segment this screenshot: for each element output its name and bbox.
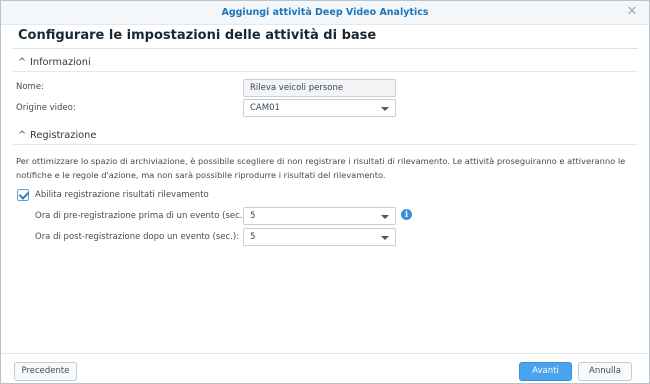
post-recording-label: Ora di post-registrazione dopo un evento…: [35, 232, 240, 242]
enable-recording-label: Abilita registrazione risultati rilevame…: [35, 190, 209, 200]
page-title: Configurare le impostazioni delle attivi…: [18, 28, 377, 43]
section-registrazione-label: Registrazione: [30, 130, 97, 141]
pre-recording-label: Ora di pre-registrazione prima di un eve…: [35, 211, 249, 221]
name-field[interactable]: Rileva veicoli persone: [243, 79, 396, 97]
chevron-up-icon: ^: [18, 130, 27, 141]
close-icon[interactable]: ✕: [625, 5, 639, 19]
title-bar: Aggiungi attività Deep Video Analytics ✕: [1, 1, 649, 25]
post-recording-value: 5: [250, 232, 256, 242]
info-icon[interactable]: i: [401, 209, 412, 220]
video-source-value: CAM01: [250, 103, 280, 113]
post-recording-select[interactable]: 5: [243, 228, 396, 246]
enable-recording-checkbox[interactable]: [17, 189, 29, 201]
recording-description: Per ottimizzare lo spazio di archiviazio…: [16, 156, 626, 180]
chevron-down-icon: [381, 236, 389, 240]
chevron-up-icon: ^: [18, 57, 27, 68]
pre-recording-value: 5: [250, 211, 256, 221]
back-button[interactable]: Precedente: [14, 362, 77, 381]
section-divider: [13, 144, 638, 145]
section-divider: [13, 71, 638, 72]
section-informazioni-label: Informazioni: [30, 57, 91, 68]
section-registrazione-toggle[interactable]: ^ Registrazione: [18, 130, 96, 141]
heading-divider: [13, 48, 638, 49]
pre-recording-select[interactable]: 5: [243, 207, 396, 225]
next-button[interactable]: Avanti: [519, 362, 572, 381]
dialog-window: Aggiungi attività Deep Video Analytics ✕…: [0, 0, 650, 384]
chevron-down-icon: [381, 107, 389, 111]
name-label: Nome:: [16, 82, 44, 92]
cancel-button[interactable]: Annulla: [578, 362, 632, 381]
window-title: Aggiungi attività Deep Video Analytics: [221, 7, 429, 18]
video-source-select[interactable]: CAM01: [243, 99, 396, 117]
footer-divider: [1, 353, 649, 354]
section-informazioni-toggle[interactable]: ^ Informazioni: [18, 57, 91, 68]
video-source-label: Origine video:: [16, 103, 76, 113]
chevron-down-icon: [381, 215, 389, 219]
